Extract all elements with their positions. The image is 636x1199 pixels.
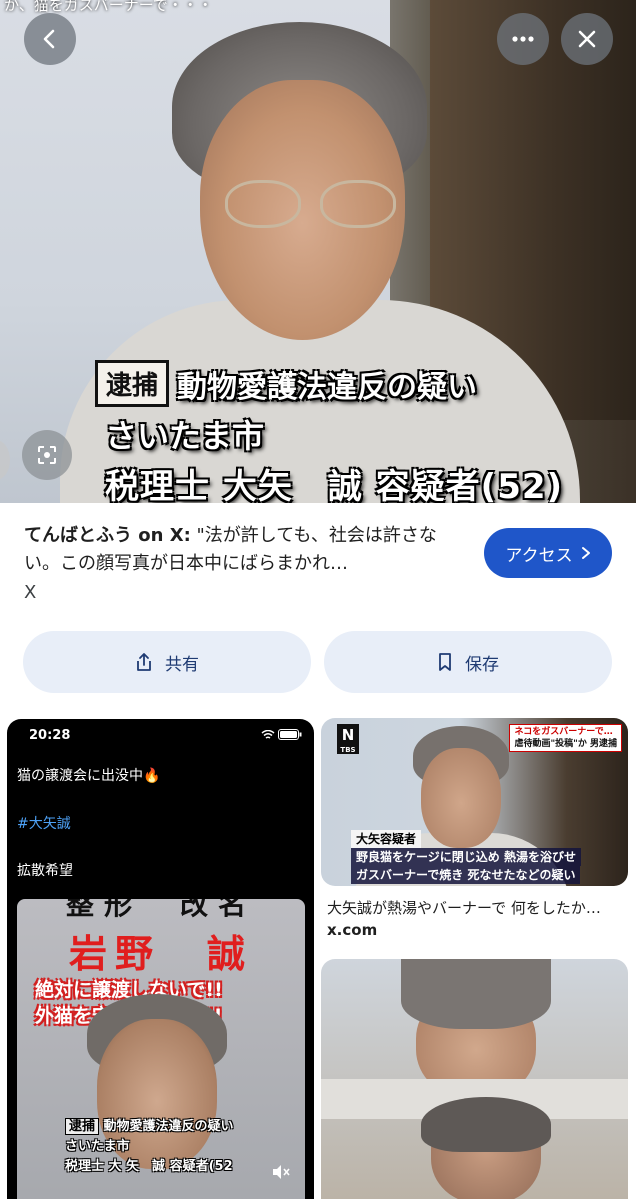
related-image-1[interactable]: 20:28 猫の譲渡会に出没中🔥 #大矢誠 拡散希望 整形 改名 岩野 誠 絶対…: [7, 719, 314, 1199]
wifi-icon: [261, 729, 274, 739]
tweet-line-1: 猫の譲渡会に出没中🔥: [17, 768, 161, 784]
close-button[interactable]: [561, 13, 613, 65]
mini-caption: 逮捕 動物愛護法違反の疑い さいたま市 税理士 大 矢 誠 容疑者(52: [65, 1117, 234, 1177]
visit-label: アクセス: [505, 545, 573, 566]
news-tag: ネコをガスバーナーで… 虐待動画"投稿"か 男逮捕: [509, 724, 622, 752]
mini-cap-line-2: さいたま市: [65, 1139, 130, 1154]
mini-cap-line-1: 動物愛護法違反の疑い: [103, 1119, 234, 1134]
more-horizontal-icon: [512, 36, 534, 42]
lens-icon: [38, 446, 56, 464]
result-domain: X: [24, 582, 37, 603]
result-info[interactable]: てんばとふう on X: "法が許しても、社会は許さない。この顔写真が日本中にば…: [24, 522, 464, 603]
caption-line-1: 動物愛護法違反の疑い: [177, 369, 478, 405]
chevron-right-icon: [581, 547, 590, 559]
result-source-name: てんばとふう on X:: [24, 525, 191, 546]
close-icon: [578, 30, 596, 48]
save-button[interactable]: 保存: [324, 631, 612, 693]
tweet-hashtag[interactable]: #大矢誠: [17, 813, 71, 833]
visit-button[interactable]: アクセス: [484, 528, 612, 578]
hero-glasses: [225, 180, 396, 230]
c2-name-label: 大矢容疑者: [351, 830, 422, 848]
c2-caption: 大矢容疑者 野良猫をケージに閉じ込め 熱湯を浴びせ ガスバーナーで焼き 死なせた…: [351, 830, 581, 884]
mini-arrest-badge: 逮捕: [65, 1118, 100, 1135]
caption-line-3: 税理士 大矢 誠 容疑者(52): [105, 467, 564, 503]
c2-caption-line-1: 野良猫をケージに閉じ込め 熱湯を浴びせ: [351, 848, 581, 866]
mini-cap-line-3: 税理士 大 矢 誠 容疑者(52: [65, 1159, 233, 1174]
share-label: 共有: [165, 654, 199, 675]
news-tag-line-2: 虐待動画"投稿"か 男逮捕: [514, 739, 617, 749]
caption-line-2: さいたま市: [105, 417, 265, 455]
tbs-logo: N TBS: [337, 724, 359, 754]
tweet-line-3: 拡散希望: [17, 863, 73, 879]
battery-icon: [278, 729, 302, 740]
mute-icon[interactable]: [272, 1164, 290, 1184]
hero-news-caption: 逮捕 動物愛護法違反の疑い さいたま市 税理士 大矢 誠 容疑者(52): [95, 360, 615, 503]
related-image-2-title[interactable]: 大矢誠が熱湯やバーナーで 何をしたか…: [327, 897, 627, 918]
hero-image[interactable]: か、猫をガスバーナーで・・・ 逮捕 動物愛護法違反の疑い さいたま市 税理士 大…: [0, 0, 636, 503]
tbs-logo-sub: TBS: [340, 746, 356, 754]
result-title[interactable]: てんばとふう on X: "法が許しても、社会は許さない。この顔写真が日本中にば…: [24, 522, 464, 578]
more-options-button[interactable]: [497, 13, 549, 65]
news-tag-line-1: ネコをガスバーナーで…: [514, 727, 613, 737]
tweet-image: 整形 改名 岩野 誠 絶対に譲渡しないで!! 外猫を守って下さい!! 逮捕 動物…: [17, 899, 305, 1199]
arrest-badge: 逮捕: [95, 360, 170, 407]
back-button[interactable]: [24, 13, 76, 65]
c3-hair: [401, 959, 551, 1029]
share-button[interactable]: 共有: [23, 631, 311, 693]
bookmark-icon: [439, 653, 451, 671]
lens-search-button[interactable]: [22, 430, 72, 480]
chevron-left-icon: [43, 29, 55, 49]
hero-top-caption: か、猫をガスバーナーで・・・: [4, 0, 213, 14]
banner-name: 岩野 誠: [68, 932, 253, 976]
related-image-2-source: x.com: [327, 921, 378, 939]
tbs-logo-letter: N: [341, 726, 355, 744]
banner-top-text: 整形 改名: [65, 899, 256, 921]
c2-caption-line-2: ガスバーナーで焼き 死なせたなどの疑い: [351, 866, 581, 884]
save-label: 保存: [465, 654, 499, 675]
status-time: 20:28: [29, 728, 71, 743]
speaker-mute-icon: [273, 1165, 290, 1179]
c3-hair-2: [421, 1097, 551, 1152]
status-icons: [261, 729, 303, 743]
related-image-3[interactable]: [321, 959, 628, 1199]
share-icon: [137, 653, 151, 671]
related-image-2[interactable]: N TBS ネコをガスバーナーで… 虐待動画"投稿"か 男逮捕 大矢容疑者 野良猫…: [321, 718, 628, 886]
